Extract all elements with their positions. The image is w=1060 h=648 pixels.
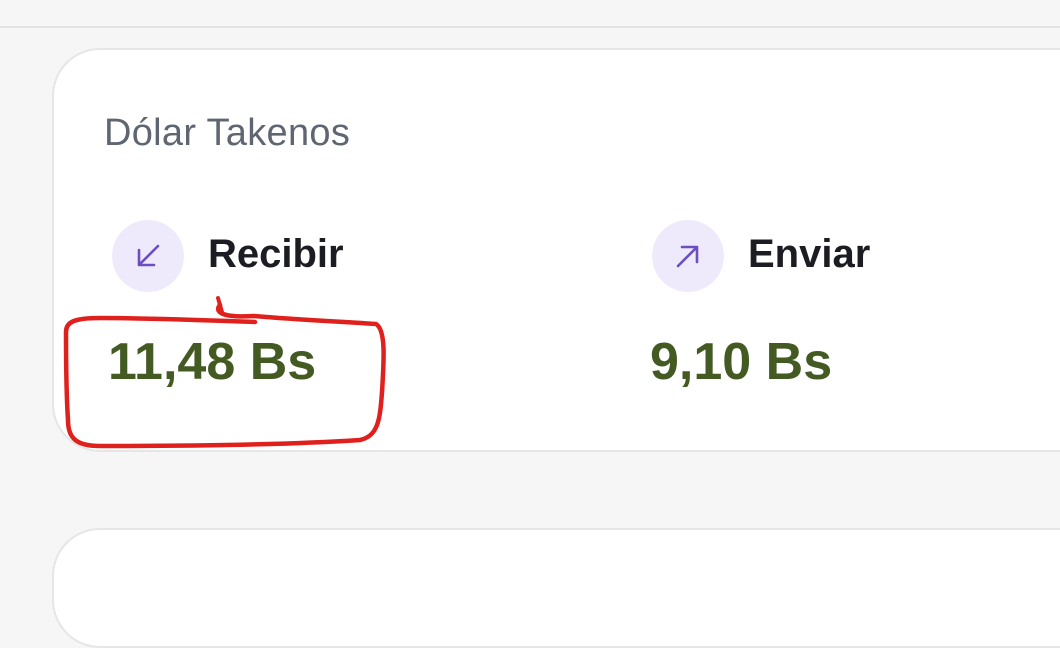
send-label: Enviar (748, 232, 871, 276)
receive-amount: 11,48 Bs (108, 333, 317, 391)
send-icon-badge (652, 220, 724, 292)
receive-label: Recibir (208, 232, 344, 276)
next-card (52, 528, 1060, 648)
arrow-down-left-icon (137, 244, 160, 267)
top-divider (0, 26, 1060, 28)
card-title: Dólar Takenos (104, 112, 351, 154)
arrow-up-right-icon (676, 245, 699, 268)
send-amount: 9,10 Bs (650, 333, 833, 391)
receive-icon-badge (112, 220, 184, 292)
exchange-rate-card: Dólar Takenos Recibir 11,48 Bs Enviar 9,… (52, 48, 1060, 452)
